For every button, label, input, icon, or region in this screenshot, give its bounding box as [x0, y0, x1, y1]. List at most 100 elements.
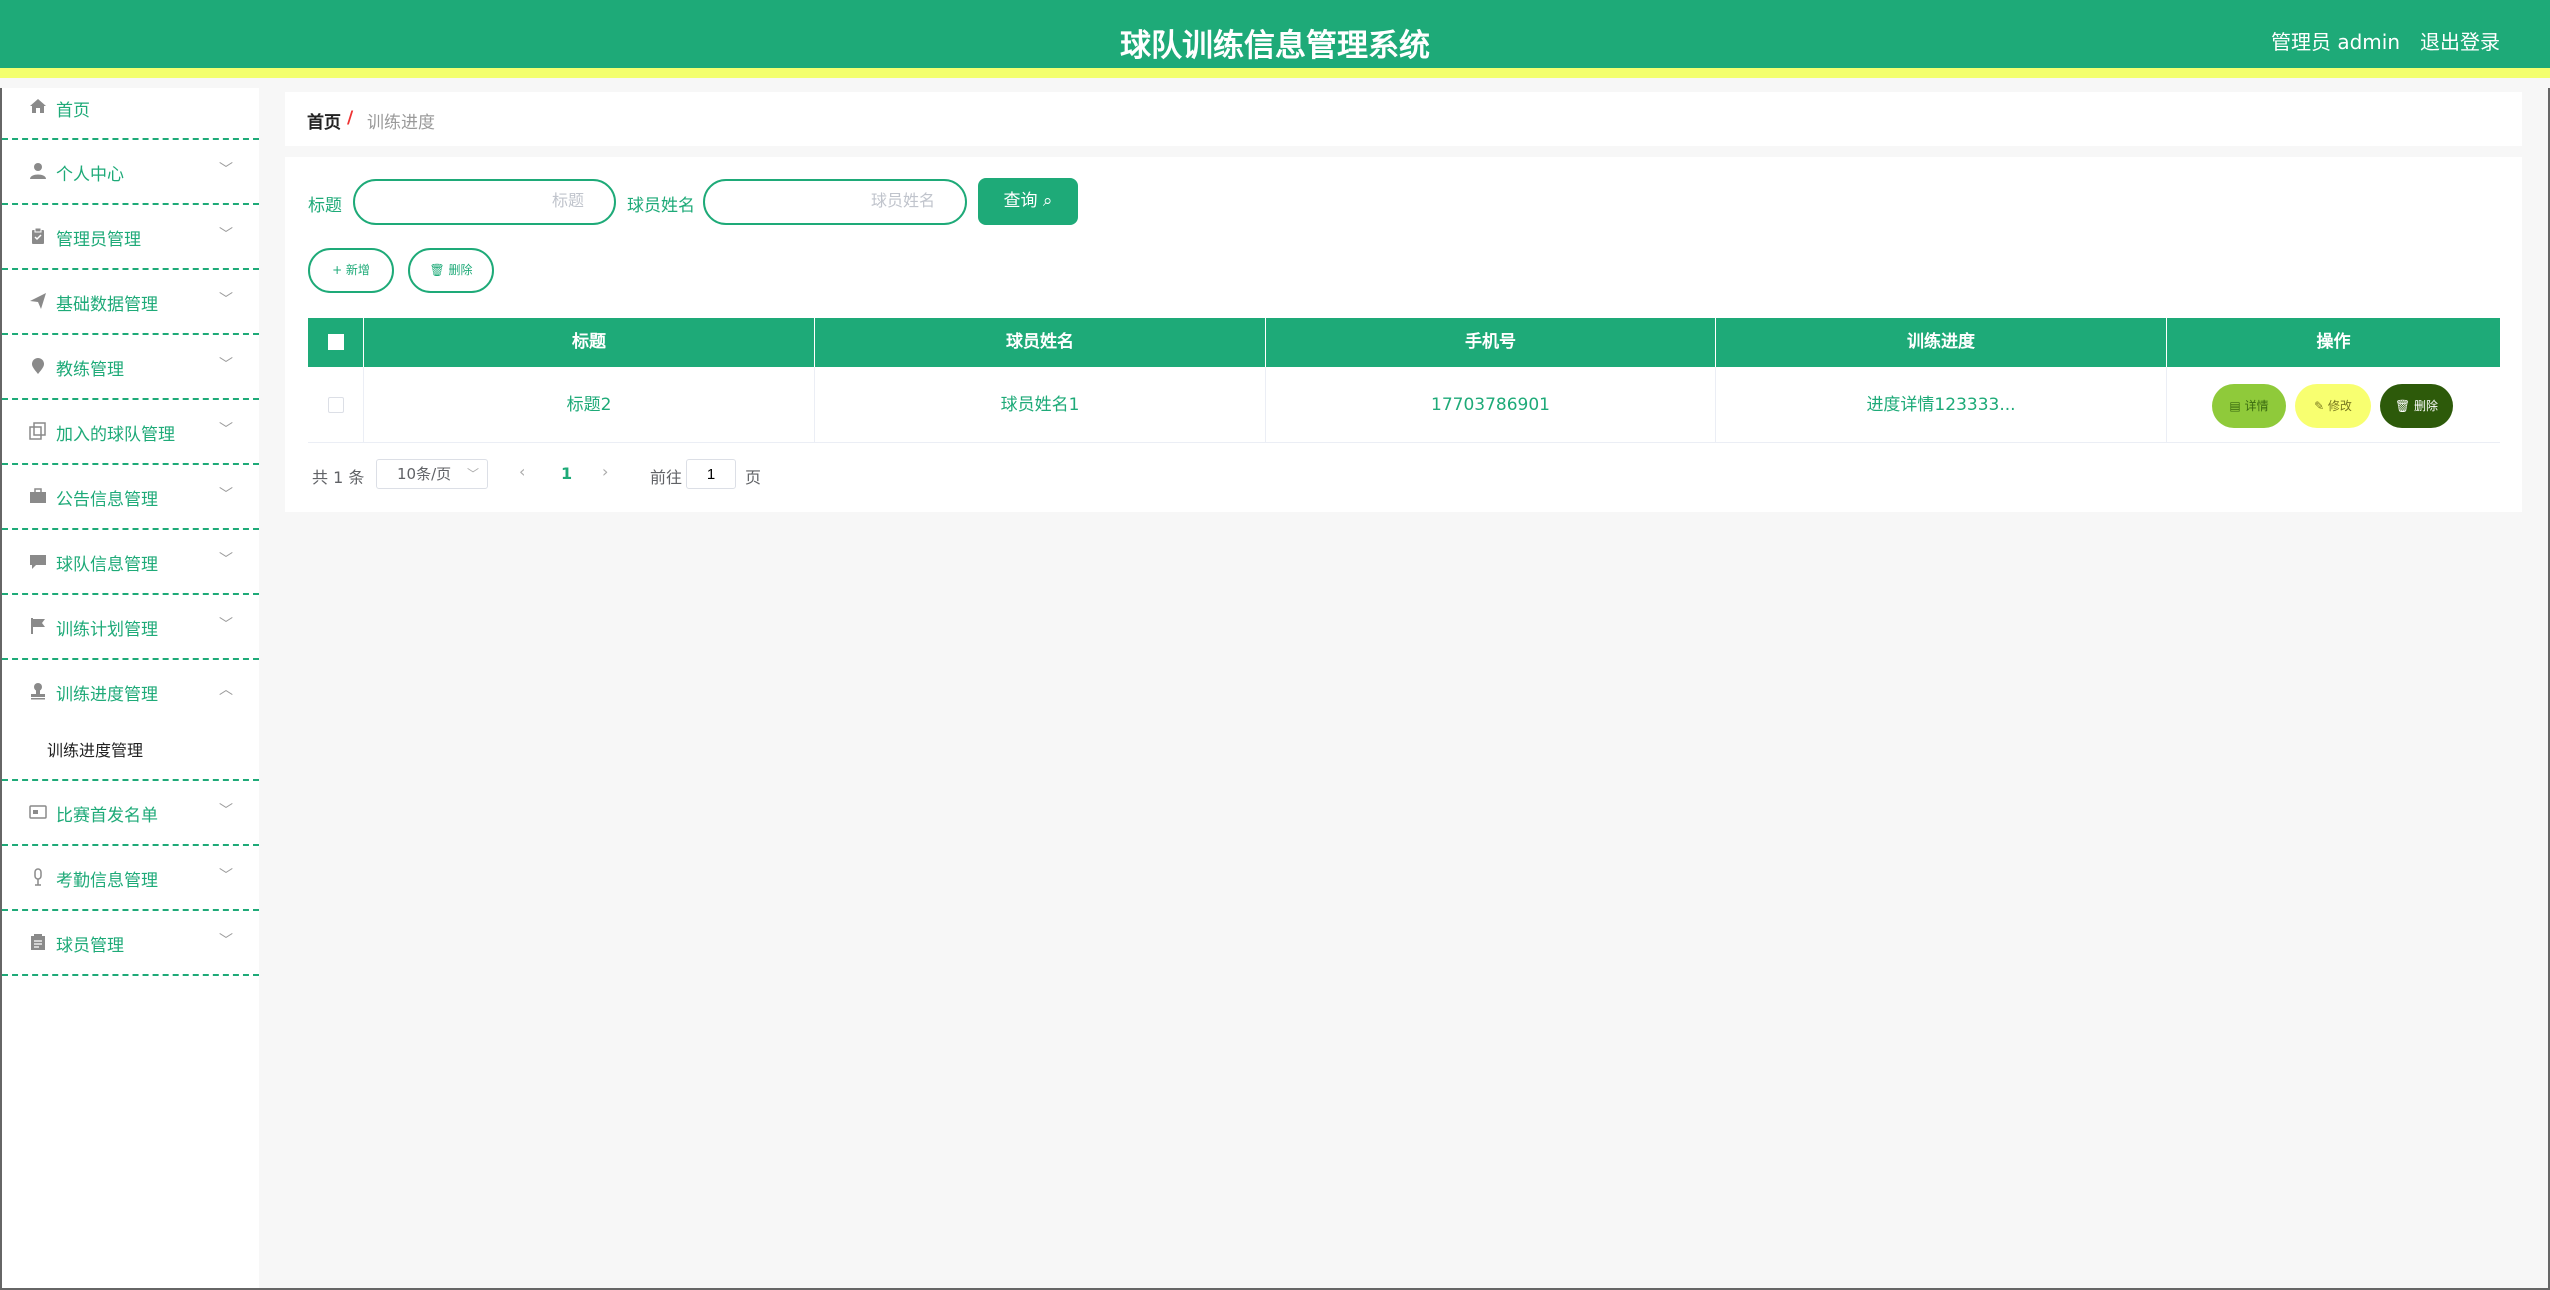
- sidebar-item-label: 训练进度管理: [56, 685, 158, 705]
- column-header-phone: 手机号: [1266, 318, 1716, 367]
- sidebar-item-home[interactable]: 首页: [2, 88, 259, 140]
- location-icon: [28, 357, 48, 377]
- sidebar-item-personal-center[interactable]: 个人中心 ﹀: [2, 140, 259, 205]
- sidebar-item-label: 训练计划管理: [56, 620, 158, 640]
- select-all-cell: [308, 318, 364, 367]
- sidebar-item-label: 基础数据管理: [56, 295, 158, 315]
- copy-icon: [28, 422, 48, 442]
- goto-label: 前往: [650, 468, 683, 487]
- sidebar: 首页 个人中心 ﹀ 管理员管理 ﹀ 基础数据管理 ﹀ 教练管理 ﹀ 加入的球队管…: [0, 88, 259, 1290]
- chevron-up-icon: ︿: [219, 682, 233, 698]
- flag-icon: [28, 617, 48, 637]
- page-number[interactable]: 1: [561, 464, 572, 483]
- send-icon: [28, 292, 48, 312]
- sidebar-item-label: 首页: [56, 101, 90, 121]
- content-panel: 标题 球员姓名 查询 ⌕ + 新增 🗑 删除 标题 球员姓名 手机号 训练进度 …: [285, 157, 2522, 512]
- sidebar-item-announcement[interactable]: 公告信息管理 ﹀: [2, 465, 259, 530]
- next-page-icon[interactable]: ›: [602, 462, 608, 481]
- cell-actions: ▤ 详情 ✎ 修改 🗑 删除: [2167, 367, 2500, 443]
- title-search-label: 标题: [308, 196, 342, 216]
- chevron-down-icon: ﹀: [219, 803, 233, 819]
- app-title: 球队训练信息管理系统: [1120, 28, 1430, 64]
- chat-icon: [28, 552, 48, 572]
- chevron-down-icon: ﹀: [219, 422, 233, 438]
- briefcase-icon: [28, 487, 48, 507]
- user-icon: [28, 162, 48, 182]
- column-header-player-name: 球员姓名: [815, 318, 1266, 367]
- page-suffix: 页: [745, 468, 762, 487]
- sidebar-item-label: 球队信息管理: [56, 555, 158, 575]
- column-header-progress: 训练进度: [1716, 318, 2167, 367]
- chevron-down-icon: ﹀: [219, 552, 233, 568]
- breadcrumb: 首页 / 训练进度: [285, 92, 2522, 146]
- current-user: 管理员 admin: [2270, 30, 2400, 54]
- sidebar-item-label: 教练管理: [56, 360, 124, 380]
- sidebar-item-label: 加入的球队管理: [56, 425, 175, 445]
- sidebar-item-basic-data[interactable]: 基础数据管理 ﹀: [2, 270, 259, 335]
- row-checkbox[interactable]: [328, 397, 344, 413]
- column-header-actions: 操作: [2316, 332, 2351, 352]
- sidebar-item-label: 公告信息管理: [56, 490, 158, 510]
- chevron-down-icon: ﹀: [219, 868, 233, 884]
- submenu-item-training-progress[interactable]: 训练进度管理: [2, 725, 259, 781]
- add-button[interactable]: + 新增: [308, 248, 394, 293]
- row-select-cell: [308, 367, 364, 443]
- sidebar-item-attendance[interactable]: 考勤信息管理 ﹀: [2, 846, 259, 911]
- submenu-item-label: 训练进度管理: [47, 741, 144, 760]
- column-header-title: 标题: [364, 318, 815, 367]
- bulk-delete-button[interactable]: 🗑 删除: [408, 248, 494, 293]
- sidebar-item-label: 管理员管理: [56, 230, 141, 250]
- sidebar-item-joined-team[interactable]: 加入的球队管理 ﹀: [2, 400, 259, 465]
- sidebar-item-team-info[interactable]: 球队信息管理 ﹀: [2, 530, 259, 595]
- chevron-down-icon: ﹀: [219, 162, 233, 178]
- notepad-icon: [28, 933, 48, 953]
- cell-title: 标题2: [364, 367, 815, 443]
- card-icon: [28, 803, 48, 823]
- sidebar-item-admin-management[interactable]: 管理员管理 ﹀: [2, 205, 259, 270]
- edit-button[interactable]: ✎ 修改: [2295, 384, 2371, 428]
- cell-player-name: 球员姓名1: [815, 367, 1266, 443]
- chevron-down-icon: ﹀: [219, 227, 233, 243]
- prev-page-icon[interactable]: ‹: [519, 462, 525, 481]
- sidebar-item-label: 个人中心: [56, 165, 124, 185]
- page-size-value: 10条/页: [397, 465, 452, 483]
- sidebar-item-coach[interactable]: 教练管理 ﹀: [2, 335, 259, 400]
- goto-page-input[interactable]: [686, 459, 736, 489]
- chevron-down-icon: ﹀: [219, 617, 233, 633]
- detail-button[interactable]: ▤ 详情: [2212, 384, 2286, 428]
- chevron-down-icon: ﹀: [219, 292, 233, 308]
- chevron-down-icon: ﹀: [466, 467, 479, 481]
- sidebar-item-training-progress[interactable]: 训练进度管理 ︿: [2, 660, 259, 725]
- sidebar-item-label: 比赛首发名单: [56, 806, 158, 826]
- top-header: 球队训练信息管理系统 管理员 admin 退出登录: [0, 0, 2550, 78]
- player-search-input[interactable]: [703, 179, 967, 225]
- sidebar-item-player[interactable]: 球员管理 ﹀: [2, 911, 259, 976]
- player-search-label: 球员姓名: [627, 196, 695, 216]
- sidebar-item-label: 球员管理: [56, 936, 124, 956]
- logout-link[interactable]: 退出登录: [2420, 26, 2500, 55]
- cell-phone: 17703786901: [1266, 367, 1716, 443]
- table-header: 标题 球员姓名 手机号 训练进度 操作: [308, 318, 2500, 367]
- chevron-down-icon: ﹀: [219, 933, 233, 949]
- breadcrumb-separator: /: [347, 108, 354, 128]
- select-all-checkbox[interactable]: [328, 334, 344, 350]
- stamp-icon: [28, 682, 48, 702]
- sidebar-item-label: 考勤信息管理: [56, 871, 158, 891]
- data-table: 标题 球员姓名 手机号 训练进度 操作 标题2 球员姓名1 1770378690…: [308, 318, 2500, 443]
- row-delete-button[interactable]: 🗑 删除: [2380, 384, 2453, 428]
- cell-progress: 进度详情123333...: [1716, 367, 2167, 443]
- chevron-down-icon: ﹀: [219, 487, 233, 503]
- sidebar-item-match-lineup[interactable]: 比赛首发名单 ﹀: [2, 781, 259, 846]
- microphone-icon: [28, 868, 48, 888]
- chevron-down-icon: ﹀: [219, 357, 233, 373]
- sidebar-item-training-plan[interactable]: 训练计划管理 ﹀: [2, 595, 259, 660]
- breadcrumb-home[interactable]: 首页: [307, 108, 341, 133]
- title-search-input[interactable]: [353, 179, 616, 225]
- total-count: 共 1 条: [312, 468, 365, 487]
- home-icon: [28, 97, 48, 117]
- query-button[interactable]: 查询 ⌕: [978, 178, 1078, 225]
- page-size-select[interactable]: 10条/页 ﹀: [376, 459, 488, 489]
- clipboard-icon: [28, 227, 48, 247]
- breadcrumb-current: 训练进度: [367, 113, 435, 133]
- table-row: 标题2 球员姓名1 17703786901 进度详情123333... ▤ 详情…: [308, 367, 2500, 443]
